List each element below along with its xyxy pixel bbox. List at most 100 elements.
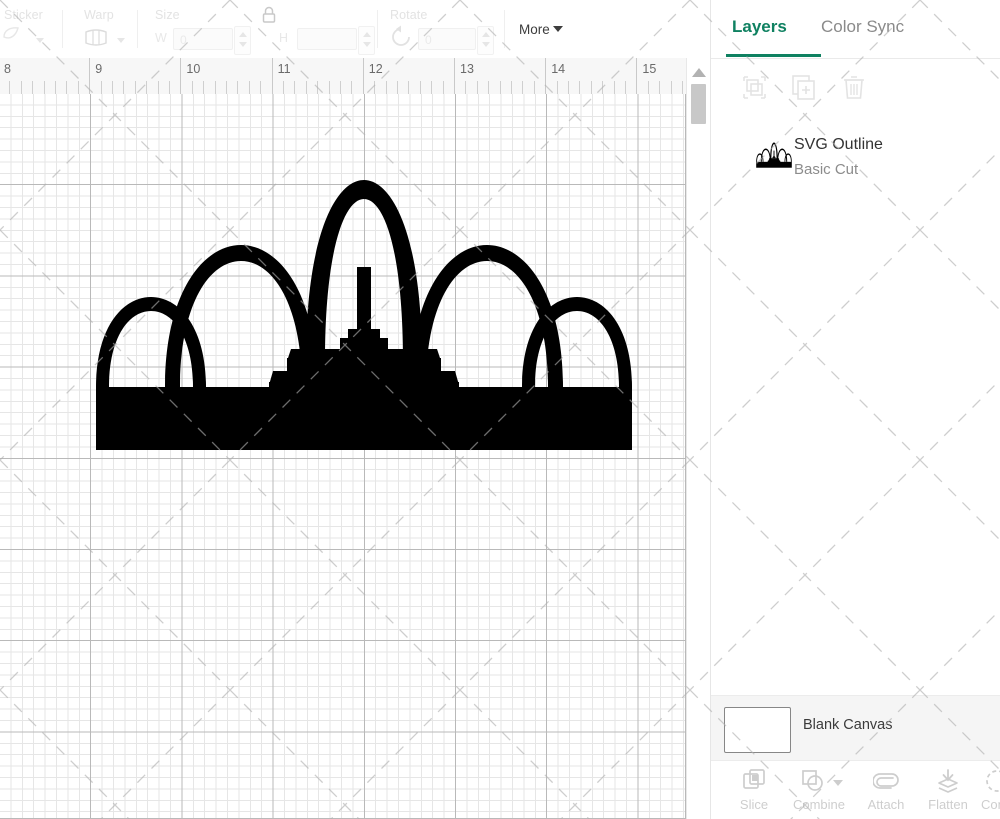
more-button[interactable]: More [519,22,563,37]
warp-dropdown-caret[interactable] [117,38,125,43]
toolbar-group-warp[interactable]: Warp [82,0,162,57]
ruler-minor-tick [123,81,124,94]
width-input[interactable]: 0 [173,28,233,50]
ruler-minor-tick [226,81,227,94]
ruler-minor-tick [112,81,113,94]
rotate-icon[interactable] [388,24,416,50]
tab-color-sync[interactable]: Color Sync [821,17,904,37]
combine-icon [800,768,826,794]
rotate-stepper[interactable] [477,26,494,55]
ruler-minor-tick [557,81,558,94]
tab-layers[interactable]: Layers [732,17,787,37]
ruler-minor-tick [78,81,79,94]
warp-label: Warp [84,8,114,22]
ruler-tick-label: 15 [642,62,656,76]
toolbar-divider-1 [62,10,63,48]
ruler-minor-tick [260,81,261,94]
ruler-minor-tick [146,81,147,94]
combine-label: Combine [783,797,855,812]
sticker-icon[interactable] [0,24,28,50]
ruler-minor-tick [420,81,421,94]
slice-button[interactable]: Slice [725,761,783,819]
ruler-minor-tick [465,81,466,94]
ruler-major-tick [363,58,364,94]
ruler-minor-tick [317,81,318,94]
ruler-minor-tick [249,81,250,94]
contour-button[interactable]: Cont [979,761,1000,819]
ruler-minor-tick [625,81,626,94]
attach-button[interactable]: Attach [855,761,917,819]
flatten-button[interactable]: Flatten [917,761,979,819]
ruler-minor-tick [215,81,216,94]
combine-button[interactable]: Combine [783,761,855,819]
scroll-up-arrow-icon[interactable] [692,68,706,77]
layer-list: SVG Outline Basic Cut [711,124,1000,694]
ruler-minor-tick [477,81,478,94]
ruler-minor-tick [534,81,535,94]
ruler-minor-tick [169,81,170,94]
layer-thumbnail-icon [756,142,792,168]
bottom-toolbar: Slice Combine Attach [711,760,1000,819]
more-label: More [519,22,550,37]
ruler-minor-tick [443,81,444,94]
scrollbar-thumb[interactable] [691,84,706,124]
ruler-minor-tick [397,81,398,94]
ruler-minor-tick [511,81,512,94]
lock-icon[interactable] [260,5,278,25]
ruler-minor-tick [579,81,580,94]
ruler-minor-tick [488,81,489,94]
toolbar-divider-3 [377,10,378,48]
flatten-label: Flatten [917,797,979,812]
ruler-minor-tick [283,81,284,94]
ruler-minor-tick [431,81,432,94]
canvas-color-swatch[interactable] [724,707,791,753]
toolbar-group-size: Size W 0 H [155,0,370,57]
ruler-minor-tick [192,81,193,94]
ruler-minor-tick [203,81,204,94]
canvas-viewport[interactable] [0,94,686,819]
toolbar-divider-4 [504,10,505,48]
combine-dropdown-caret[interactable] [833,780,843,786]
width-stepper[interactable] [234,26,251,55]
layer-row-svg-outline[interactable]: SVG Outline Basic Cut [711,124,1000,186]
ruler-minor-tick [522,81,523,94]
ruler-minor-tick [44,81,45,94]
edit-toolbar: Sticker Warp [0,0,710,59]
duplicate-icon[interactable] [789,72,819,102]
ruler-minor-tick [9,81,10,94]
ruler-minor-tick [306,81,307,94]
ruler-minor-tick [659,81,660,94]
ruler-minor-tick [135,81,136,94]
ruler-minor-tick [408,81,409,94]
right-panel: Layers Color Sync [710,0,1000,819]
rotate-label: Rotate [390,8,427,22]
canvas-vertical-scrollbar[interactable] [686,58,710,819]
ruler-minor-tick [351,81,352,94]
sticker-dropdown-caret[interactable] [36,38,44,43]
ruler-minor-tick [671,81,672,94]
ruler-tick-label: 8 [4,62,11,76]
group-icon[interactable] [739,72,769,102]
design-area: Sticker Warp [0,0,710,819]
ruler-minor-tick [568,81,569,94]
sticker-label: Sticker [4,8,43,22]
canvas-row[interactable]: Blank Canvas [711,695,1000,761]
height-stepper[interactable] [358,26,375,55]
ruler-tick-label: 11 [278,62,291,76]
ruler-major-tick [89,58,90,94]
ruler-minor-tick [374,81,375,94]
warp-icon[interactable] [82,24,110,50]
rotate-input[interactable]: 0 [418,28,476,50]
slice-label: Slice [725,797,783,812]
trash-icon[interactable] [839,72,869,102]
ruler-minor-tick [648,81,649,94]
ruler-minor-tick [614,81,615,94]
height-input[interactable] [297,28,357,50]
ruler-minor-tick [500,81,501,94]
ruler-minor-tick [21,81,22,94]
contour-icon [984,768,1000,794]
layer-actions-bar [711,58,1000,116]
ruler-minor-tick [55,81,56,94]
artwork-arch-fountain-silhouette[interactable] [93,175,635,453]
ruler-tick-label: 12 [369,62,383,76]
